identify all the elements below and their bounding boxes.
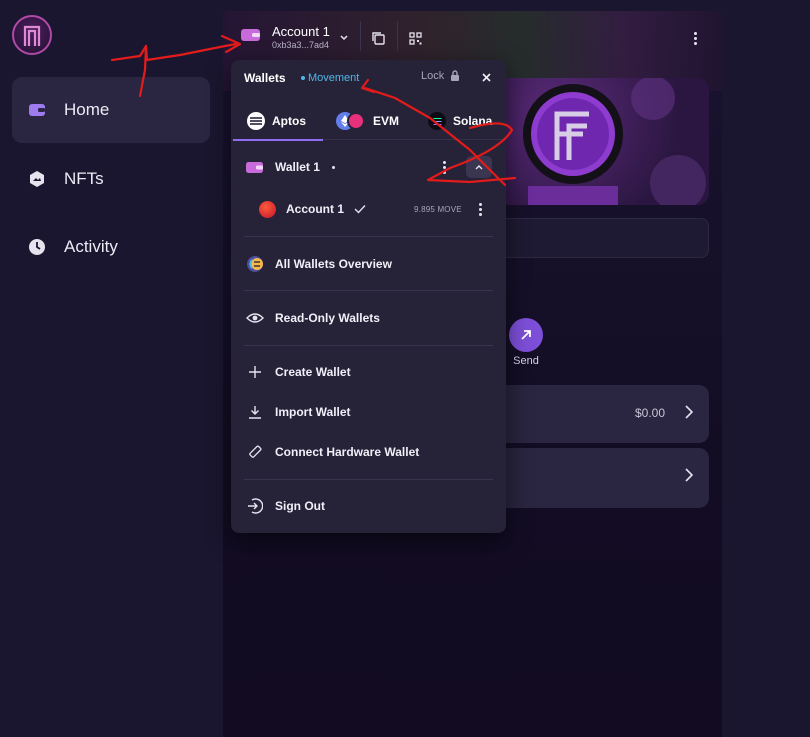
wallet-name: Wallet 1 bbox=[275, 160, 320, 174]
menu-item-label: Create Wallet bbox=[275, 365, 351, 379]
chevron-up-icon bbox=[475, 164, 483, 169]
import-wallet-item[interactable]: Import Wallet bbox=[231, 401, 506, 423]
account-name: Account 1 bbox=[272, 23, 330, 39]
solana-logo-icon bbox=[428, 112, 446, 130]
copy-address-button[interactable] bbox=[363, 23, 393, 53]
read-only-wallets-item[interactable]: Read-Only Wallets bbox=[231, 307, 506, 329]
account-address: 0xb3a3...7ad4 bbox=[272, 39, 330, 50]
tab-label: EVM bbox=[373, 114, 400, 128]
lock-icon bbox=[451, 70, 460, 81]
annotation-digit-1-stroke bbox=[110, 42, 238, 62]
account-avatar bbox=[259, 200, 276, 218]
search-bar[interactable] bbox=[493, 218, 709, 258]
sidebar-item-label: Activity bbox=[64, 237, 118, 256]
nft-cube-icon bbox=[28, 170, 46, 188]
app-logo[interactable] bbox=[12, 15, 52, 55]
copy-icon bbox=[372, 32, 385, 45]
wallets-overview-icon bbox=[245, 254, 265, 274]
evm-chains-icon bbox=[336, 112, 366, 130]
tab-evm[interactable]: EVM bbox=[336, 102, 399, 140]
clock-icon bbox=[28, 238, 46, 256]
close-icon bbox=[481, 72, 491, 82]
network-dot-icon bbox=[301, 76, 305, 80]
lock-button[interactable]: Lock bbox=[421, 70, 460, 82]
more-options-button[interactable] bbox=[680, 23, 710, 53]
hardware-key-icon bbox=[245, 442, 265, 462]
account-name: Account 1 bbox=[286, 202, 345, 216]
eye-icon bbox=[245, 308, 265, 328]
chain-tabs: Aptos EVM Solana bbox=[231, 102, 506, 141]
menu-item-label: All Wallets Overview bbox=[275, 257, 392, 271]
collapse-wallet-button[interactable] bbox=[466, 156, 492, 178]
wallet-status-dot-icon bbox=[331, 165, 335, 169]
dropdown-title: Wallets bbox=[244, 71, 286, 85]
tab-aptos[interactable]: Aptos bbox=[233, 102, 323, 141]
sign-out-item[interactable]: Sign Out bbox=[231, 495, 506, 517]
sidebar-item-nfts[interactable]: NFTs bbox=[12, 146, 210, 212]
wallet-options-icon[interactable] bbox=[439, 161, 449, 174]
menu-item-label: Read-Only Wallets bbox=[275, 311, 380, 325]
sidebar-item-label: NFTs bbox=[64, 169, 104, 188]
divider bbox=[244, 236, 493, 237]
all-wallets-overview-item[interactable]: All Wallets Overview bbox=[231, 253, 506, 275]
wallets-dropdown: Wallets Movement Lock Aptos EVM Solana W… bbox=[231, 60, 506, 533]
plus-icon bbox=[245, 362, 265, 382]
divider bbox=[244, 290, 493, 291]
promo-banner[interactable] bbox=[493, 78, 709, 205]
network-badge[interactable]: Movement bbox=[301, 72, 359, 84]
logo-mark-icon bbox=[23, 25, 41, 46]
wallet-row[interactable]: Wallet 1 bbox=[231, 156, 506, 178]
chevron-right-icon bbox=[685, 468, 694, 487]
account-row[interactable]: Account 1 bbox=[231, 199, 506, 219]
qr-code-icon bbox=[408, 31, 422, 45]
account-switcher[interactable]: Account 1 0xb3a3...7ad4 bbox=[240, 22, 348, 52]
download-icon bbox=[245, 402, 265, 422]
menu-item-label: Sign Out bbox=[275, 499, 325, 513]
dropdown-header: Wallets Movement Lock bbox=[231, 60, 506, 96]
header-divider bbox=[397, 21, 398, 51]
send-button[interactable] bbox=[509, 318, 543, 352]
sidebar-item-home[interactable]: Home bbox=[12, 77, 210, 143]
lock-label: Lock bbox=[421, 70, 445, 82]
balance-amount: $0.00 bbox=[634, 406, 665, 420]
connect-hardware-wallet-item[interactable]: Connect Hardware Wallet bbox=[231, 441, 506, 463]
asset-card[interactable] bbox=[493, 448, 709, 508]
tab-solana[interactable]: Solana bbox=[428, 102, 492, 140]
header-divider bbox=[360, 21, 361, 51]
divider bbox=[244, 479, 493, 480]
account-options-icon[interactable] bbox=[475, 203, 485, 216]
send-label: Send bbox=[513, 355, 539, 367]
network-name: Movement bbox=[308, 72, 360, 84]
create-wallet-item[interactable]: Create Wallet bbox=[231, 361, 506, 383]
menu-item-label: Connect Hardware Wallet bbox=[275, 445, 420, 459]
chevron-down-icon bbox=[340, 28, 348, 46]
chevron-right-icon bbox=[685, 405, 694, 424]
tab-label: Aptos bbox=[272, 114, 306, 128]
sign-out-icon bbox=[245, 496, 265, 516]
menu-item-label: Import Wallet bbox=[275, 405, 351, 419]
arrow-up-right-icon bbox=[521, 330, 531, 340]
wallet-icon bbox=[240, 27, 262, 48]
close-button[interactable] bbox=[478, 69, 494, 85]
banner-artwork-icon bbox=[523, 78, 706, 205]
sidebar-item-label: Home bbox=[64, 100, 110, 119]
balance-card[interactable]: $0.00 bbox=[493, 385, 709, 443]
kebab-menu-icon bbox=[690, 31, 700, 45]
qr-code-button[interactable] bbox=[400, 23, 430, 53]
aptos-logo-icon bbox=[247, 112, 265, 130]
wallet-icon bbox=[245, 157, 265, 177]
tab-label: Solana bbox=[453, 114, 493, 128]
account-balance: 9.895 MOVE bbox=[414, 205, 462, 214]
sidebar-item-activity[interactable]: Activity bbox=[12, 214, 210, 280]
divider bbox=[244, 345, 493, 346]
wallet-icon bbox=[28, 101, 46, 119]
checkmark-icon bbox=[354, 205, 366, 214]
